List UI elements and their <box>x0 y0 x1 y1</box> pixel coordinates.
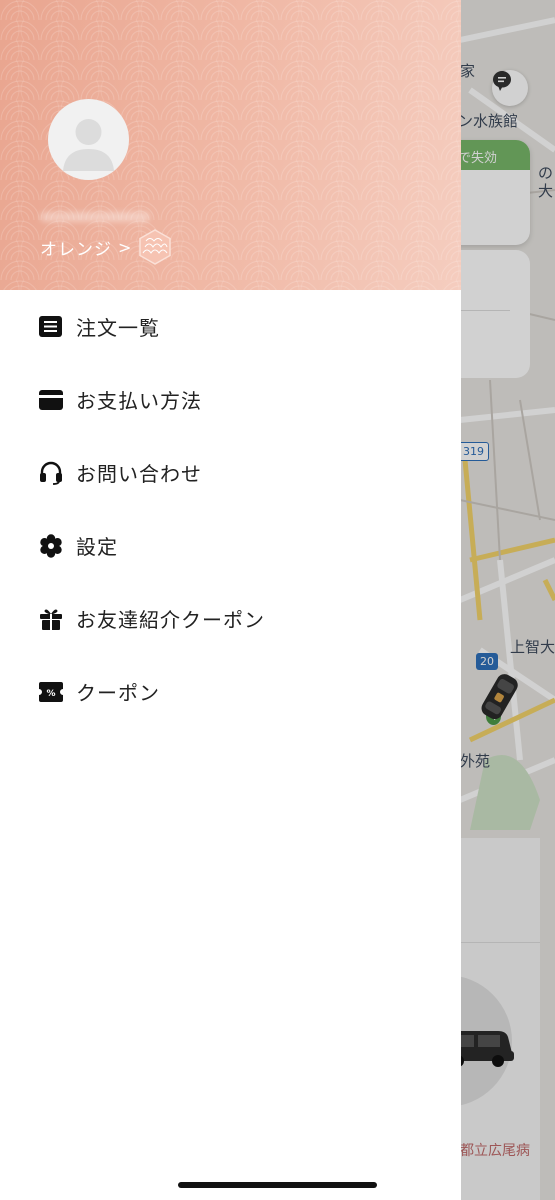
svg-text:%: % <box>46 689 55 699</box>
menu-label-payment: お支払い方法 <box>76 389 202 413</box>
menu-item-contact[interactable]: お問い合わせ <box>0 436 461 509</box>
menu-label-orders: 注文一覧 <box>76 316 160 340</box>
headset-icon <box>38 460 63 485</box>
menu-label-contact: お問い合わせ <box>76 462 202 486</box>
menu-item-payment[interactable]: お支払い方法 <box>0 363 461 436</box>
side-drawer: オレンジ > 注文一覧 お支払い方法 お問い合わせ 設定 お友達紹介クーポン %… <box>0 0 461 1200</box>
menu-label-coupon: クーポン <box>76 681 160 705</box>
payment-card-icon <box>38 387 63 412</box>
menu-item-referral-coupon[interactable]: お友達紹介クーポン <box>0 582 461 655</box>
gift-icon <box>38 606 63 631</box>
menu-label-settings: 設定 <box>76 535 118 559</box>
rank-badge-icon <box>139 229 172 265</box>
drawer-menu: 注文一覧 お支払い方法 お問い合わせ 設定 お友達紹介クーポン % クーポン <box>0 290 461 728</box>
menu-item-settings[interactable]: 設定 <box>0 509 461 582</box>
profile-header: オレンジ > <box>0 0 461 290</box>
username-redacted <box>40 212 150 222</box>
order-list-icon <box>38 314 63 339</box>
coupon-icon: % <box>38 679 63 704</box>
chevron-right-icon: > <box>118 237 132 257</box>
menu-item-orders[interactable]: 注文一覧 <box>0 290 461 363</box>
member-rank-link[interactable]: オレンジ > <box>40 229 173 265</box>
menu-item-coupon[interactable]: % クーポン <box>0 655 461 728</box>
gear-icon <box>38 533 63 558</box>
rank-label: オレンジ <box>40 239 112 260</box>
home-indicator[interactable] <box>178 1182 377 1188</box>
avatar[interactable] <box>48 99 129 180</box>
menu-label-referral-coupon: お友達紹介クーポン <box>76 608 265 632</box>
default-user-icon <box>63 119 114 171</box>
